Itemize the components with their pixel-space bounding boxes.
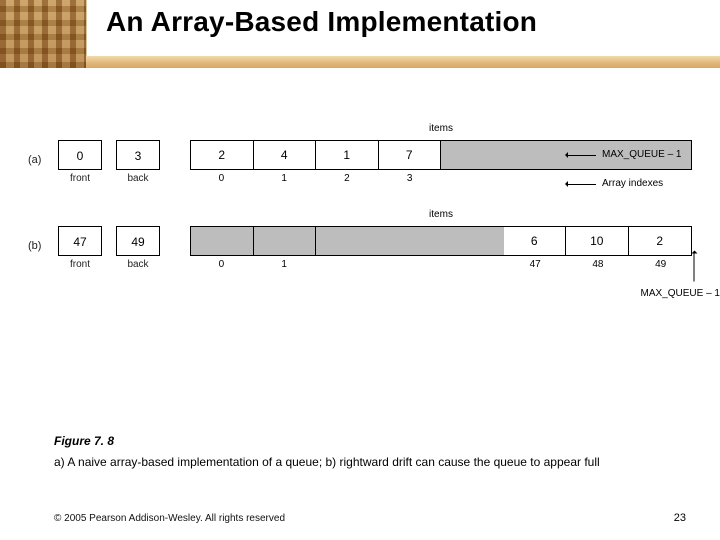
slide-title: An Array-Based Implementation <box>106 6 537 38</box>
row-b-front-stack: 47 front <box>58 226 102 270</box>
page-number: 23 <box>674 512 686 524</box>
array-cell: 1 <box>316 141 379 169</box>
arrow-b <box>694 254 695 282</box>
array-cell <box>379 227 442 255</box>
figure-row-a: (a) 0 front 3 back items 2417 0123 Array… <box>28 140 692 184</box>
figure-caption: Figure 7. 8 a) A naive array-based imple… <box>54 431 686 472</box>
array-cell <box>316 227 379 255</box>
maxqueue-right-a: MAX_QUEUE – 1 <box>602 149 681 160</box>
index-cell <box>504 173 567 184</box>
row-b-indexes: 01 474849 <box>190 259 692 270</box>
array-cell: 10 <box>566 227 629 255</box>
items-label-b: items <box>429 209 453 220</box>
array-cell <box>254 227 317 255</box>
row-b-back-label: back <box>116 259 160 270</box>
index-cell: 2 <box>316 173 379 184</box>
index-cell <box>441 173 504 184</box>
array-cell: 6 <box>504 227 567 255</box>
arrow-a2 <box>568 155 596 156</box>
array-cell <box>441 227 504 255</box>
items-label-a: items <box>429 123 453 134</box>
figure-number: Figure 7. 8 <box>54 434 114 448</box>
row-a-right: items 2417 0123 Array indexes MAX_QUEUE … <box>190 140 692 184</box>
index-cell: 1 <box>253 259 316 270</box>
row-b-tag: (b) <box>28 226 58 252</box>
row-b-right: items 6102 01474849 MAX_QUEUE – 1 <box>190 226 692 270</box>
row-a-back-label: back <box>116 173 160 184</box>
array-cell: 2 <box>191 141 254 169</box>
row-a-back-stack: 3 back <box>116 140 160 184</box>
row-b-back-cell: 49 <box>116 226 160 256</box>
copyright-footer: © 2005 Pearson Addison-Wesley. All right… <box>54 513 285 524</box>
row-b-back-stack: 49 back <box>116 226 160 270</box>
array-indexes-annot: Array indexes <box>602 178 663 189</box>
row-b-array: items 6102 <box>190 226 692 256</box>
banner-photo <box>0 0 87 68</box>
figure-caption-text: a) A naive array-based implementation of… <box>54 455 600 469</box>
row-a-back-cell: 3 <box>116 140 160 170</box>
index-cell: 1 <box>253 173 316 184</box>
row-b-front-cell: 47 <box>58 226 102 256</box>
array-cell <box>441 141 504 169</box>
row-a-tag: (a) <box>28 140 58 166</box>
index-cell <box>378 259 441 270</box>
row-a-front-label: front <box>58 173 102 184</box>
arrow-a <box>568 184 596 185</box>
index-cell: 49 <box>629 259 692 270</box>
row-b-front-label: front <box>58 259 102 270</box>
index-cell: 48 <box>567 259 630 270</box>
array-cell: 2 <box>629 227 692 255</box>
index-cell: 3 <box>378 173 441 184</box>
index-cell: 47 <box>504 259 567 270</box>
index-cell: 0 <box>190 173 253 184</box>
index-cell <box>441 259 504 270</box>
array-cell: 7 <box>379 141 442 169</box>
figure-row-b: (b) 47 front 49 back items 6102 01474849… <box>28 226 692 270</box>
index-cell: 0 <box>190 259 253 270</box>
array-cell: 4 <box>254 141 317 169</box>
figure-wrap: (a) 0 front 3 back items 2417 0123 Array… <box>28 140 692 270</box>
index-cell <box>316 259 379 270</box>
array-cell <box>191 227 254 255</box>
row-a-front-stack: 0 front <box>58 140 102 184</box>
array-cell <box>504 141 567 169</box>
maxqueue-annot-b: MAX_QUEUE – 1 <box>641 288 720 299</box>
row-a-front-cell: 0 <box>58 140 102 170</box>
